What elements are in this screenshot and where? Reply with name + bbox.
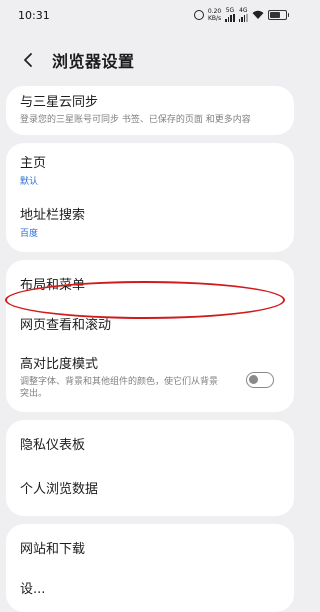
- network-speed: 0.20 KB/s: [208, 8, 221, 22]
- partial-item-title: 设...: [20, 582, 46, 597]
- personal-data-item[interactable]: 个人浏览数据: [6, 468, 294, 516]
- sites-card: 网站和下载 设...: [6, 524, 294, 612]
- layout-menu-item[interactable]: 布局和菜单: [6, 260, 294, 306]
- partial-item[interactable]: 设...: [6, 572, 294, 612]
- status-bar: 10:31 0.20 KB/s 5G 4G: [0, 0, 300, 30]
- privacy-dashboard-title: 隐私仪表板: [20, 438, 86, 453]
- page-view-scroll-title: 网页查看和滚动: [20, 318, 112, 333]
- layout-menu-title: 布局和菜单: [20, 278, 86, 293]
- battery-icon: [268, 10, 289, 20]
- home-page-title: 主页: [20, 156, 47, 171]
- display-card: 布局和菜单 网页查看和滚动 高对比度模式 调整字体、背景和其他组件的颜色，使它们…: [6, 260, 294, 412]
- privacy-dashboard-item[interactable]: 隐私仪表板: [6, 420, 294, 468]
- network-speed-unit: KB/s: [207, 15, 222, 22]
- sync-description: 登录您的三星账号可同步 书签、已保存的页面 和更多内容: [20, 115, 251, 125]
- back-button[interactable]: [20, 52, 36, 68]
- header: 浏览器设置: [0, 30, 300, 90]
- sites-downloads-title: 网站和下载: [20, 542, 86, 557]
- home-page-item[interactable]: 主页 默认: [6, 143, 294, 197]
- sync-item[interactable]: 与三星云同步 登录您的三星账号可同步 书签、已保存的页面 和更多内容: [6, 86, 294, 135]
- page-view-scroll-item[interactable]: 网页查看和滚动: [6, 306, 294, 348]
- status-icons: 0.20 KB/s 5G 4G: [193, 8, 289, 22]
- page-title: 浏览器设置: [52, 52, 135, 71]
- toggle-knob: [249, 375, 258, 384]
- signal-sim1-icon: 5G: [225, 8, 235, 22]
- status-time: 10:31: [18, 8, 50, 22]
- sync-title: 与三星云同步: [20, 95, 99, 110]
- wifi-icon: [252, 10, 264, 19]
- high-contrast-toggle[interactable]: [246, 372, 274, 388]
- address-bar-search-item[interactable]: 地址栏搜索 百度: [6, 197, 294, 252]
- address-bar-search-title: 地址栏搜索: [20, 208, 86, 223]
- back-arrow-icon: [24, 53, 32, 67]
- high-contrast-title: 高对比度模式: [20, 357, 99, 372]
- home-page-value: 默认: [20, 177, 39, 187]
- high-contrast-description: 调整字体、背景和其他组件的颜色，使它们从背景突出。: [20, 377, 219, 399]
- alarm-icon: [193, 10, 204, 20]
- general-card: 主页 默认 地址栏搜索 百度: [6, 143, 294, 252]
- network-speed-value: 0.20: [207, 8, 222, 15]
- sync-card: 与三星云同步 登录您的三星账号可同步 书签、已保存的页面 和更多内容: [6, 86, 294, 135]
- privacy-card: 隐私仪表板 个人浏览数据: [6, 420, 294, 516]
- personal-data-title: 个人浏览数据: [20, 482, 99, 497]
- address-bar-search-value: 百度: [20, 229, 39, 239]
- high-contrast-item[interactable]: 高对比度模式 调整字体、背景和其他组件的颜色，使它们从背景突出。: [6, 348, 294, 412]
- sites-downloads-item[interactable]: 网站和下载: [6, 524, 294, 572]
- signal-sim2-icon: 4G: [238, 8, 248, 22]
